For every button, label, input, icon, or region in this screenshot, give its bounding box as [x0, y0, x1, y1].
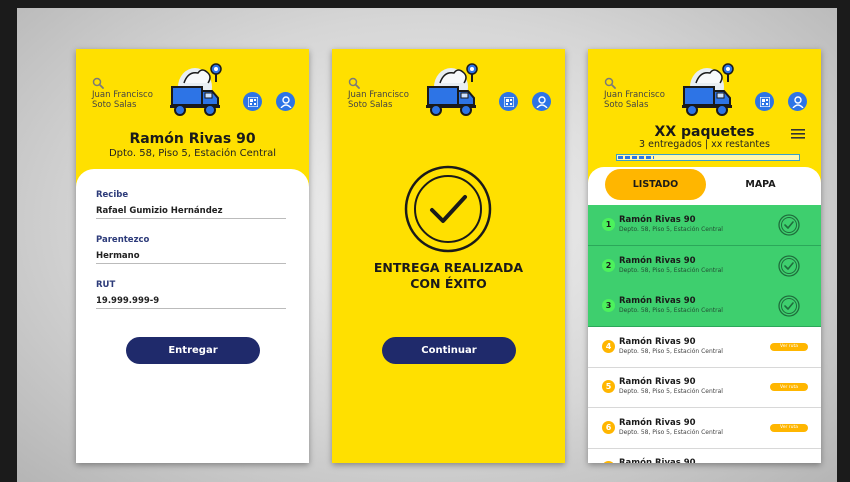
- tab-listado[interactable]: LISTADO: [605, 169, 706, 200]
- canvas-background: Juan Francisco Soto Salas Ramón Rivas 90…: [17, 8, 837, 482]
- profile-button[interactable]: [532, 92, 551, 111]
- search-icon[interactable]: [92, 77, 104, 89]
- package-number-badge: 3: [602, 299, 615, 312]
- delivery-truck-logo: [425, 63, 478, 116]
- form-card: Recibe Rafael Gumizio Hernández Parentez…: [76, 169, 309, 463]
- package-address-subtitle: Depto. 58, Piso 5, Estación Central: [619, 307, 723, 314]
- qr-code-icon: [503, 96, 514, 107]
- search-icon[interactable]: [604, 77, 616, 89]
- delivered-check-icon: [778, 214, 800, 236]
- qr-code-icon: [247, 96, 258, 107]
- delivery-form-screen: Juan Francisco Soto Salas Ramón Rivas 90…: [76, 49, 309, 463]
- profile-button[interactable]: [788, 92, 807, 111]
- user-profile-icon: [791, 95, 804, 108]
- search-icon[interactable]: [348, 77, 360, 89]
- package-address-title: Ramón Rivas 90: [619, 215, 696, 225]
- user-name: Juan Francisco Soto Salas: [604, 90, 665, 110]
- package-number-badge: 2: [602, 258, 615, 272]
- package-list: 1 Ramón Rivas 90 Depto. 58, Piso 5, Estaci…: [588, 205, 821, 463]
- delivered-check-icon: [778, 295, 800, 317]
- package-address-title: Ramón Rivas 90: [619, 255, 696, 266]
- package-address-title: Ramón Rivas 90: [619, 336, 696, 347]
- user-name: Juan Francisco Soto Salas: [348, 90, 409, 110]
- package-row[interactable]: 6 Ramón Rivas 90 Depto. 58, Piso 5, Estaci…: [588, 408, 821, 449]
- qr-code-button[interactable]: [243, 92, 262, 111]
- package-address-title: Ramón Rivas 90: [619, 458, 696, 463]
- success-line-2: CON ÉXITO: [410, 276, 487, 291]
- package-address-subtitle: Depto. 58, Piso 5, Estación Central: [619, 226, 723, 233]
- route-badge[interactable]: Ver ruta: [770, 342, 808, 351]
- package-number-badge: 5: [602, 380, 615, 393]
- field-value-rut[interactable]: 19.999.999-9: [96, 296, 159, 306]
- package-address-subtitle: Depto. 58, Piso 5, Estación Central: [619, 266, 723, 274]
- hamburger-menu-icon[interactable]: [791, 129, 805, 139]
- delivery-truck-logo: [681, 63, 734, 116]
- package-number-badge: 4: [602, 339, 615, 353]
- package-row[interactable]: 4 Ramón Rivas 90 Depto. 58, Piso 5, Estaci…: [588, 327, 821, 368]
- field-label-recibe: Recibe: [96, 190, 129, 200]
- field-value-parentezco[interactable]: Hermano: [96, 251, 140, 261]
- delivery-success-screen: Juan Francisco Soto Salas ENTREGA REALIZ…: [332, 49, 565, 463]
- package-address-title: Ramón Rivas 90: [619, 417, 696, 428]
- packages-title: XX paquetes: [654, 124, 755, 140]
- package-row[interactable]: 2 Ramón Rivas 90 Depto. 58, Piso 5, Estaci…: [588, 245, 821, 287]
- package-address-title: Ramón Rivas 90: [619, 377, 696, 387]
- qr-code-button[interactable]: [499, 92, 518, 111]
- package-number-badge: 1: [602, 218, 615, 231]
- route-badge[interactable]: Ver ruta: [770, 423, 808, 432]
- success-check-icon: [404, 165, 492, 253]
- package-address-subtitle: Depto. 58, Piso 5, Estación Central: [619, 428, 723, 436]
- qr-code-icon: [759, 96, 770, 107]
- field-label-parentezco: Parentezco: [96, 235, 150, 245]
- delivery-truck-logo: [169, 63, 222, 116]
- package-address-subtitle: Depto. 58, Piso 5, Estación Central: [619, 388, 723, 395]
- package-row[interactable]: 7 Ramón Rivas 90: [588, 448, 821, 463]
- package-row[interactable]: 5 Ramón Rivas 90 Depto. 58, Piso 5, Estaci…: [588, 367, 821, 408]
- field-underline: [96, 308, 286, 309]
- user-profile-icon: [279, 95, 292, 108]
- package-list-screen: Juan Francisco Soto Salas XX paquetes 3 …: [588, 49, 821, 463]
- address-subtitle: Dpto. 58, Piso 5, Estación Central: [108, 148, 277, 159]
- field-value-recibe[interactable]: Rafael Gumizio Hernández: [96, 206, 223, 216]
- qr-code-button[interactable]: [755, 92, 774, 111]
- package-number-badge: 7: [602, 461, 615, 463]
- success-message: ENTREGA REALIZADA CON ÉXITO: [332, 260, 565, 292]
- package-row[interactable]: 3 Ramón Rivas 90 Depto. 58, Piso 5, Estaci…: [588, 286, 821, 327]
- package-row[interactable]: 1 Ramón Rivas 90 Depto. 58, Piso 5, Estaci…: [588, 205, 821, 246]
- delivered-check-icon: [778, 254, 800, 277]
- package-address-title: Ramón Rivas 90: [619, 296, 696, 306]
- field-label-rut: RUT: [96, 280, 116, 290]
- delivery-progress-bar: [616, 154, 800, 161]
- address-title: Ramón Rivas 90: [129, 131, 256, 147]
- packages-subtitle: 3 entregados | xx restantes: [639, 139, 770, 150]
- user-name: Juan Francisco Soto Salas: [92, 90, 153, 110]
- package-address-subtitle: Depto. 58, Piso 5, Estación Central: [619, 347, 723, 355]
- entregar-button[interactable]: Entregar: [126, 337, 260, 364]
- success-line-1: ENTREGA REALIZADA: [373, 260, 524, 275]
- field-underline: [96, 218, 286, 219]
- delivery-progress-fill: [618, 156, 655, 159]
- tab-mapa[interactable]: MAPA: [713, 169, 808, 200]
- profile-button[interactable]: [276, 92, 295, 111]
- package-number-badge: 6: [602, 420, 615, 434]
- field-underline: [96, 263, 286, 264]
- continuar-button[interactable]: Continuar: [382, 337, 516, 364]
- route-badge[interactable]: Ver ruta: [770, 383, 808, 391]
- user-profile-icon: [535, 95, 548, 108]
